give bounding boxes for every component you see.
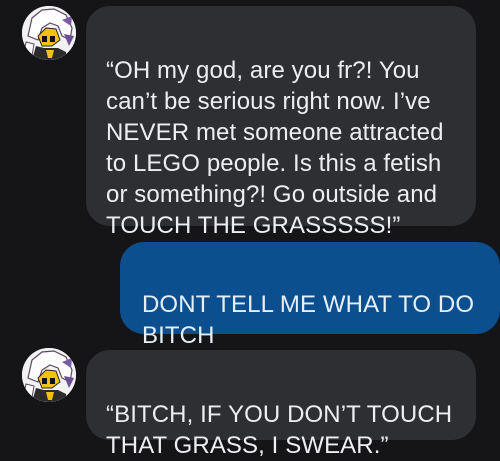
- incoming-message-bubble[interactable]: “OH my god, are you fr?! You can’t be se…: [86, 6, 476, 239]
- cartoon-character-avatar-icon: [22, 6, 76, 60]
- incoming-message-bubble[interactable]: “BITCH, IF YOU DON’T TOUCH THAT GRASS, I…: [86, 350, 476, 459]
- message-text: DONT TELL ME WHAT TO DO BITCH: [142, 291, 475, 349]
- cartoon-character-avatar-icon: [22, 348, 76, 402]
- sender-avatar-icon[interactable]: [22, 348, 76, 402]
- sender-avatar-icon[interactable]: [22, 6, 76, 60]
- outgoing-message-bubble[interactable]: DONT TELL ME WHAT TO DO BITCH: [120, 242, 500, 349]
- message-text: “OH my god, are you fr?! You can’t be se…: [106, 57, 444, 239]
- message-text: “BITCH, IF YOU DON’T TOUCH THAT GRASS, I…: [106, 401, 453, 459]
